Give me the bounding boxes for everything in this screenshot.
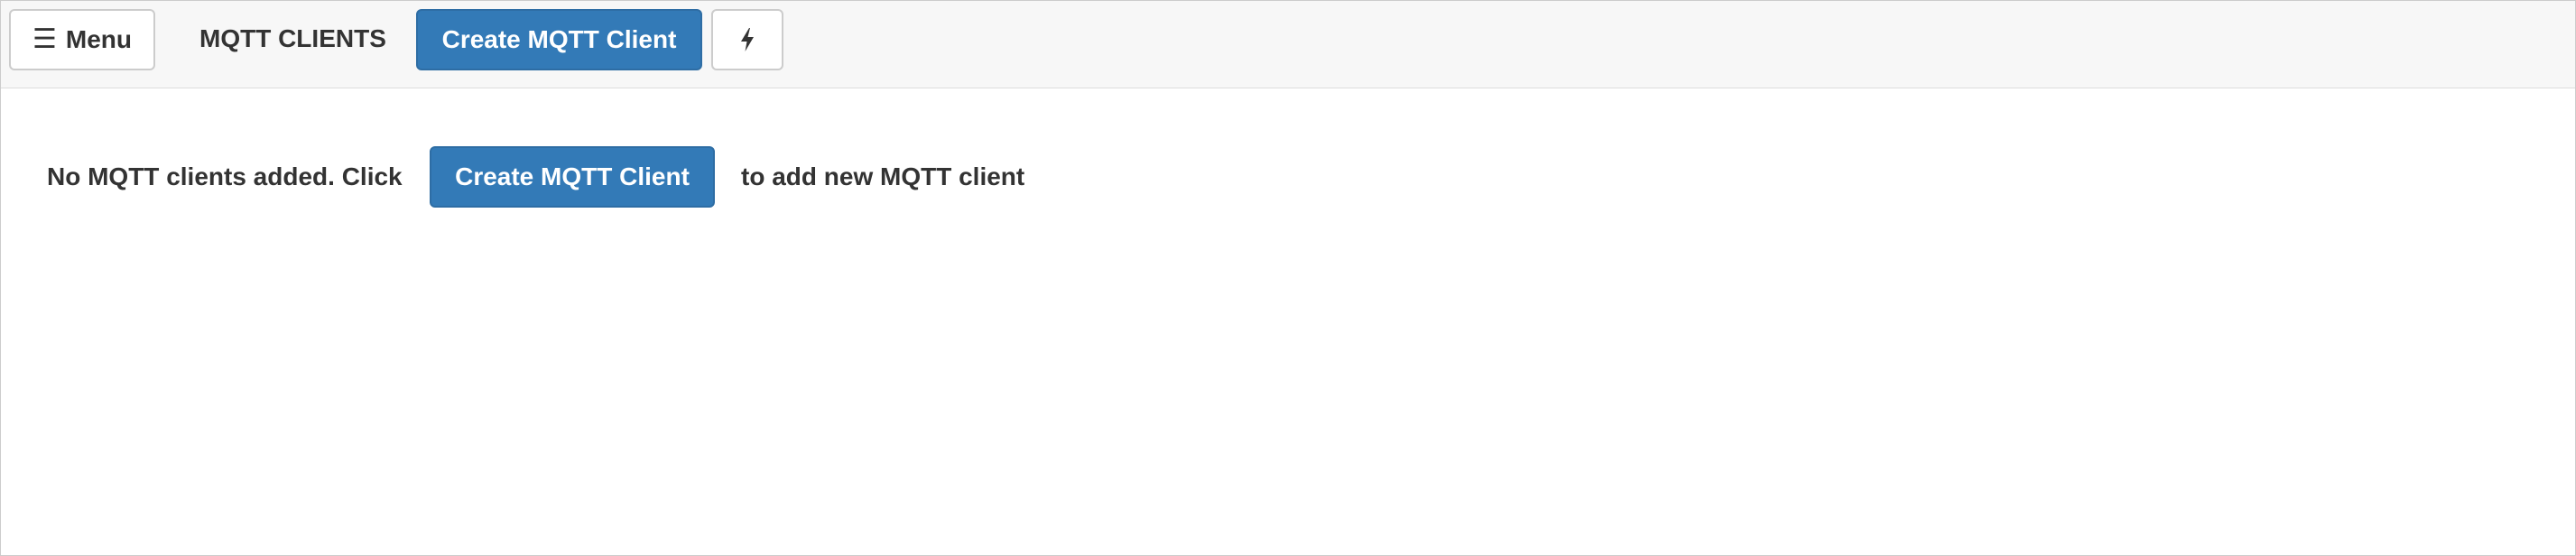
create-mqtt-client-inline-button[interactable]: Create MQTT Client <box>430 146 715 208</box>
lightning-button[interactable] <box>711 9 783 70</box>
hamburger-icon: ☰ <box>32 24 57 54</box>
lightning-bolt-icon <box>741 28 754 51</box>
main-content: No MQTT clients added. Click Create MQTT… <box>1 88 2575 555</box>
page-title: MQTT CLIENTS <box>199 24 386 52</box>
menu-button-label: Menu <box>65 25 132 53</box>
app-frame: ☰ Menu MQTT CLIENTS Create MQTT Client N… <box>0 0 2576 556</box>
menu-button[interactable]: ☰ Menu <box>9 9 155 70</box>
empty-state-text: No MQTT clients added. Click <box>47 162 403 190</box>
top-toolbar: ☰ Menu MQTT CLIENTS Create MQTT Client <box>1 1 2575 88</box>
empty-state-suffix-text: to add new MQTT client <box>741 162 1025 190</box>
create-mqtt-client-inline-label: Create MQTT Client <box>455 162 690 190</box>
create-mqtt-client-button[interactable]: Create MQTT Client <box>416 9 702 70</box>
create-mqtt-client-label: Create MQTT Client <box>441 25 677 53</box>
